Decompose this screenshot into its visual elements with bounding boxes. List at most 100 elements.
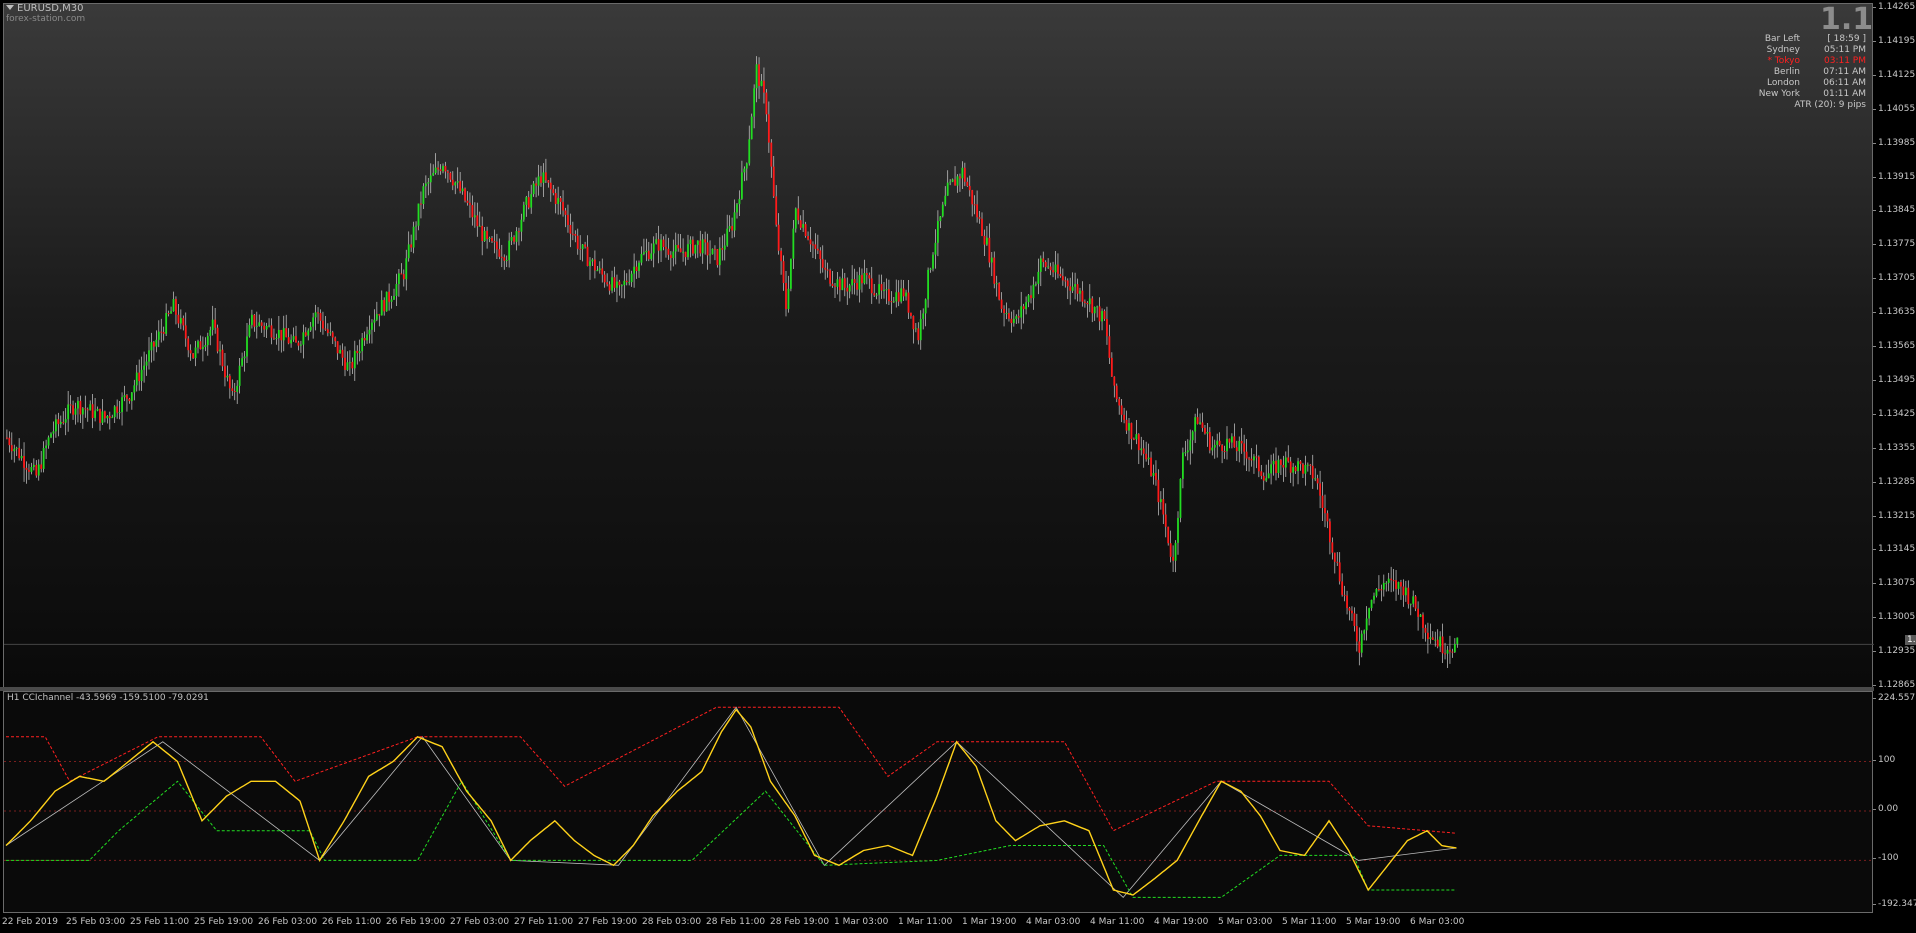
candle-body <box>1409 603 1412 605</box>
price-chart-pane[interactable] <box>3 3 1874 688</box>
candle <box>998 282 1001 301</box>
candle-body <box>753 88 756 117</box>
candle-body <box>1434 639 1437 641</box>
candle <box>981 212 983 237</box>
candle-body <box>914 328 917 330</box>
candle-body <box>581 244 584 250</box>
candle <box>111 414 114 419</box>
candle <box>478 211 481 227</box>
candle <box>1417 601 1419 631</box>
candle-body <box>329 332 332 334</box>
candle <box>1199 413 1201 425</box>
candle-body <box>1120 405 1123 415</box>
candle-body <box>1098 306 1101 322</box>
candle <box>1407 580 1410 609</box>
candle-body <box>799 220 802 228</box>
candle <box>297 340 300 351</box>
candle-body <box>1079 290 1081 294</box>
candle-body <box>596 270 599 272</box>
candle <box>209 326 212 346</box>
candle-body <box>765 92 768 115</box>
candle <box>224 352 226 387</box>
candle-body <box>562 201 564 211</box>
time-tick-label: 22 Feb 2019 <box>2 917 59 927</box>
candle-body <box>736 204 738 213</box>
candle-body <box>231 388 234 392</box>
candle <box>187 336 190 358</box>
candle-body <box>322 320 324 329</box>
candle <box>721 235 724 261</box>
candle <box>155 330 158 353</box>
candle <box>946 170 949 196</box>
candle-body <box>628 282 631 284</box>
candle <box>405 249 408 291</box>
candle <box>231 379 234 396</box>
candle <box>1069 277 1072 305</box>
candle <box>574 230 577 243</box>
candle <box>121 392 123 426</box>
candle <box>1022 303 1025 324</box>
candle <box>993 251 996 289</box>
chart-title: EURUSD,M30 <box>6 4 83 14</box>
candle-body <box>937 221 939 243</box>
candle-body <box>295 336 297 343</box>
candle <box>319 309 322 333</box>
candle <box>549 177 552 202</box>
time-tick-label: 26 Feb 19:00 <box>386 917 446 927</box>
time-tick-label: 6 Mar 03:00 <box>1410 917 1465 927</box>
candle <box>1003 305 1005 327</box>
candle <box>91 393 94 429</box>
candle-body <box>113 406 116 418</box>
candle <box>143 351 145 383</box>
candle-body <box>692 239 694 254</box>
candle-body <box>865 273 868 276</box>
candle-body <box>395 283 398 296</box>
candle-body <box>880 284 883 291</box>
candle-body <box>875 294 878 296</box>
candle <box>824 259 827 280</box>
candle-body <box>118 412 121 414</box>
candle-body <box>518 231 520 233</box>
candle-body <box>1022 306 1025 310</box>
candle <box>1052 261 1054 278</box>
candle-body <box>1216 440 1219 445</box>
candle-body <box>282 328 285 341</box>
candle-body <box>309 326 312 331</box>
candle <box>856 271 858 296</box>
candle <box>32 458 35 471</box>
candle <box>1150 451 1152 477</box>
candle-body <box>1125 419 1128 431</box>
candle <box>10 432 13 460</box>
candle-body <box>265 325 268 330</box>
candle-body <box>170 311 172 314</box>
candle <box>714 245 716 261</box>
candle <box>226 365 229 382</box>
candle <box>667 237 670 260</box>
candle-body <box>1221 445 1223 451</box>
candle-body <box>944 195 947 205</box>
candle <box>449 171 452 183</box>
candle-body <box>689 239 692 245</box>
indicator-pane[interactable] <box>3 691 1874 913</box>
time-axis[interactable]: 22 Feb 2019 25 Feb 03:00 25 Feb 11:00 25 Fe… <box>0 914 1874 933</box>
candle-body <box>380 299 383 316</box>
candle-body <box>160 331 163 333</box>
candle <box>42 441 45 473</box>
candle-body <box>951 179 954 182</box>
candle <box>687 234 689 260</box>
candle <box>709 240 711 264</box>
candle-body <box>442 165 444 172</box>
candle <box>282 315 285 352</box>
candle-body <box>993 257 996 284</box>
candle <box>1172 545 1174 573</box>
candle <box>1316 474 1319 490</box>
candle-body <box>829 270 831 284</box>
candle <box>375 301 378 322</box>
candle-body <box>273 337 275 339</box>
dropdown-triangle-icon[interactable] <box>6 5 14 10</box>
candle <box>1167 526 1170 546</box>
candle <box>456 167 459 189</box>
candle-body <box>23 455 25 468</box>
candle-body <box>1208 432 1211 451</box>
candle-body <box>1243 443 1246 452</box>
